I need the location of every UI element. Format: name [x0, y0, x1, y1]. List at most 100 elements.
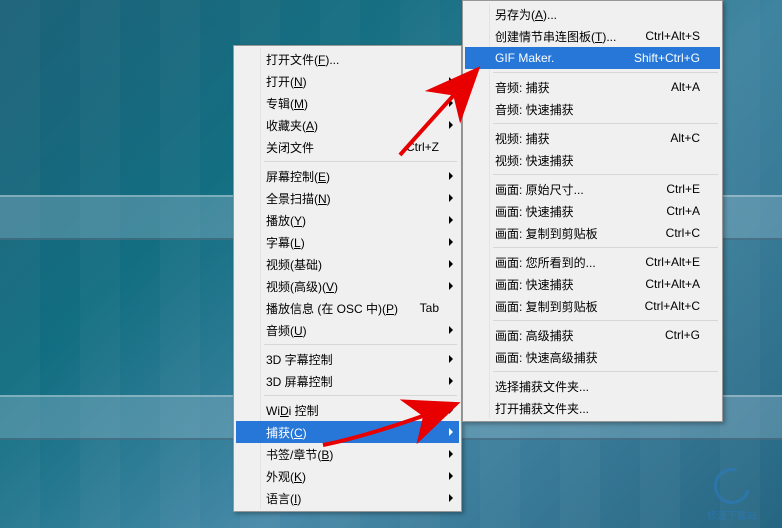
capture-menu-item[interactable]: 音频: 捕获 Alt+A — [465, 76, 720, 98]
menu-separator — [493, 174, 718, 175]
main-menu-item[interactable]: 播放(Y) — [236, 209, 459, 231]
capture-menu-item[interactable]: 画面: 高级捕获 Ctrl+G — [465, 324, 720, 346]
main-menu-item[interactable]: 视频(高级)(V) — [236, 275, 459, 297]
capture-menu-item[interactable]: 画面: 复制到剪贴板Ctrl+Alt+C — [465, 295, 720, 317]
menu-shortcut: Alt+A — [671, 80, 700, 94]
main-menu-item[interactable]: 打开文件(F)... — [236, 48, 459, 70]
capture-menu-item[interactable]: 视频: 快速捕获 — [465, 149, 720, 171]
menu-item-label: 音频(U) — [266, 322, 439, 339]
menu-item-label: 视频: 捕获 — [495, 130, 650, 147]
submenu-arrow-icon — [449, 326, 453, 334]
capture-menu-item[interactable]: 画面: 快速捕获Ctrl+A — [465, 200, 720, 222]
submenu-arrow-icon — [449, 238, 453, 246]
menu-item-label: 打开(N) — [266, 73, 439, 90]
menu-shortcut: Ctrl+Z — [406, 140, 439, 154]
menu-item-label: 播放(Y) — [266, 212, 439, 229]
main-menu-item[interactable]: 屏幕控制(E) — [236, 165, 459, 187]
main-menu-item[interactable]: 全景扫描(N) — [236, 187, 459, 209]
menu-item-label: 书签/章节(B) — [266, 446, 439, 463]
menu-item-label: 打开文件(F)... — [266, 51, 439, 68]
menu-item-label: 收藏夹(A) — [266, 117, 439, 134]
capture-menu-item[interactable]: 音频: 快速捕获 — [465, 98, 720, 120]
menu-item-label: 选择捕获文件夹... — [495, 378, 700, 395]
menu-item-label: 专辑(M) — [266, 95, 439, 112]
submenu-arrow-icon — [449, 194, 453, 202]
menu-item-label: 字幕(L) — [266, 234, 439, 251]
menu-shortcut: Ctrl+C — [666, 226, 700, 240]
menu-shortcut: Ctrl+G — [665, 328, 700, 342]
watermark-text: 极速下载站 — [692, 507, 772, 522]
context-menu-main[interactable]: 打开文件(F)... 打开(N) 专辑(M) 收藏夹(A) 关闭文件Ctrl+Z 屏幕控制… — [233, 45, 462, 512]
menu-shortcut: Ctrl+Alt+A — [645, 277, 700, 291]
menu-item-label: 播放信息 (在 OSC 中)(P) — [266, 300, 400, 317]
capture-menu-item[interactable]: 另存为(A)... — [465, 3, 720, 25]
capture-menu-item[interactable]: 画面: 快速高级捕获 — [465, 346, 720, 368]
capture-menu-item[interactable]: 创建情节串连图板(T)...Ctrl+Alt+S — [465, 25, 720, 47]
main-menu-item[interactable]: 收藏夹(A) — [236, 114, 459, 136]
submenu-arrow-icon — [449, 172, 453, 180]
logo-icon — [707, 461, 756, 510]
main-menu-item[interactable]: 字幕(L) — [236, 231, 459, 253]
menu-item-label: 画面: 您所看到的... — [495, 254, 625, 271]
main-menu-item[interactable]: 语言(I) — [236, 487, 459, 509]
main-menu-item[interactable]: 外观(K) — [236, 465, 459, 487]
capture-menu-item[interactable]: 画面: 您所看到的... Ctrl+Alt+E — [465, 251, 720, 273]
menu-item-label: 视频(高级)(V) — [266, 278, 439, 295]
submenu-arrow-icon — [449, 428, 453, 436]
menu-separator — [264, 344, 457, 345]
main-menu-item[interactable]: 书签/章节(B) — [236, 443, 459, 465]
submenu-arrow-icon — [449, 355, 453, 363]
menu-item-label: WiDi 控制 — [266, 402, 439, 419]
main-menu-item[interactable]: 打开(N) — [236, 70, 459, 92]
context-menu-capture[interactable]: 另存为(A)...创建情节串连图板(T)...Ctrl+Alt+SGIF Mak… — [462, 0, 723, 422]
menu-item-label: 画面: 快速高级捕获 — [495, 349, 700, 366]
capture-menu-item[interactable]: 选择捕获文件夹... — [465, 375, 720, 397]
submenu-arrow-icon — [449, 282, 453, 290]
capture-menu-item[interactable]: 视频: 捕获 Alt+C — [465, 127, 720, 149]
submenu-arrow-icon — [449, 99, 453, 107]
menu-separator — [264, 395, 457, 396]
submenu-arrow-icon — [449, 77, 453, 85]
main-menu-item[interactable]: WiDi 控制 — [236, 399, 459, 421]
menu-item-label: 捕获(C) — [266, 424, 439, 441]
menu-item-label: 音频: 快速捕获 — [495, 101, 700, 118]
menu-item-label: 视频: 快速捕获 — [495, 152, 700, 169]
main-menu-item[interactable]: 视频(基础) — [236, 253, 459, 275]
main-menu-item[interactable]: 音频(U) — [236, 319, 459, 341]
submenu-arrow-icon — [449, 121, 453, 129]
main-menu-item[interactable]: 3D 屏幕控制 — [236, 370, 459, 392]
menu-item-label: 全景扫描(N) — [266, 190, 439, 207]
menu-item-label: 画面: 高级捕获 — [495, 327, 645, 344]
submenu-arrow-icon — [449, 406, 453, 414]
menu-item-label: GIF Maker. — [495, 51, 614, 65]
capture-menu-item[interactable]: GIF Maker. Shift+Ctrl+G — [465, 47, 720, 69]
submenu-arrow-icon — [449, 260, 453, 268]
menu-item-label: 3D 屏幕控制 — [266, 373, 439, 390]
site-watermark: 极速下载站 — [692, 468, 772, 518]
capture-menu-item[interactable]: 打开捕获文件夹... — [465, 397, 720, 419]
main-menu-item[interactable]: 播放信息 (在 OSC 中)(P)Tab — [236, 297, 459, 319]
submenu-arrow-icon — [449, 494, 453, 502]
menu-shortcut: Alt+C — [670, 131, 700, 145]
menu-item-label: 外观(K) — [266, 468, 439, 485]
capture-menu-item[interactable]: 画面: 原始尺寸...Ctrl+E — [465, 178, 720, 200]
capture-menu-item[interactable]: 画面: 快速捕获 Ctrl+Alt+A — [465, 273, 720, 295]
submenu-arrow-icon — [449, 450, 453, 458]
menu-shortcut: Ctrl+Alt+E — [645, 255, 700, 269]
capture-menu-item[interactable]: 画面: 复制到剪贴板 Ctrl+C — [465, 222, 720, 244]
main-menu-item[interactable]: 3D 字幕控制 — [236, 348, 459, 370]
menu-separator — [493, 247, 718, 248]
main-menu-item[interactable]: 关闭文件Ctrl+Z — [236, 136, 459, 158]
menu-item-label: 画面: 快速捕获 — [495, 203, 646, 220]
main-menu-item[interactable]: 专辑(M) — [236, 92, 459, 114]
menu-separator — [264, 161, 457, 162]
menu-shortcut: Shift+Ctrl+G — [634, 51, 700, 65]
menu-item-label: 创建情节串连图板(T)... — [495, 28, 625, 45]
menu-item-label: 画面: 复制到剪贴板 — [495, 225, 646, 242]
menu-item-label: 音频: 捕获 — [495, 79, 651, 96]
menu-shortcut: Ctrl+E — [666, 182, 700, 196]
menu-separator — [493, 72, 718, 73]
menu-separator — [493, 371, 718, 372]
main-menu-item[interactable]: 捕获(C) — [236, 421, 459, 443]
menu-item-label: 画面: 快速捕获 — [495, 276, 625, 293]
